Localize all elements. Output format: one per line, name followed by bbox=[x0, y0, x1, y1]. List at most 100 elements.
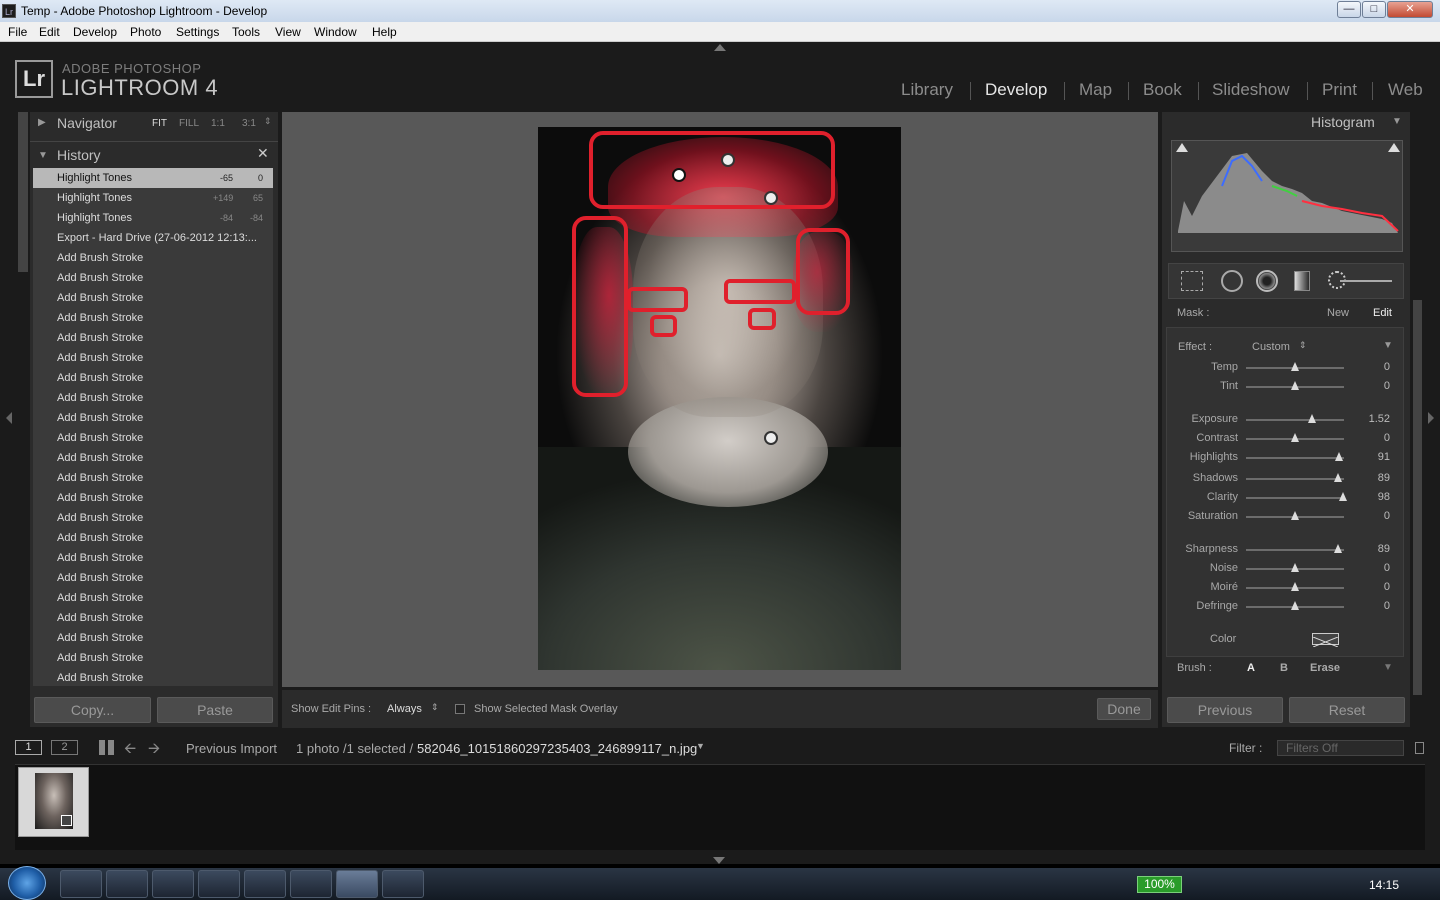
menu-view[interactable]: View bbox=[275, 25, 301, 39]
taskbar-paint-icon[interactable] bbox=[382, 870, 424, 898]
history-item[interactable]: Add Brush Stroke bbox=[33, 288, 273, 308]
slider-track[interactable] bbox=[1246, 549, 1344, 551]
clock[interactable]: 14:15 bbox=[1369, 878, 1399, 892]
edit-pin[interactable] bbox=[764, 191, 778, 205]
slider-value[interactable]: 98 bbox=[1360, 491, 1390, 503]
taskbar-firefox-icon[interactable] bbox=[244, 870, 286, 898]
minimize-button[interactable]: — bbox=[1337, 1, 1361, 18]
history-item[interactable]: Add Brush Stroke bbox=[33, 548, 273, 568]
history-item[interactable]: Add Brush Stroke bbox=[33, 408, 273, 428]
history-item[interactable]: Highlight Tones +149 65 bbox=[33, 188, 273, 208]
clear-history-icon[interactable]: ✕ bbox=[257, 145, 269, 162]
show-edit-pins-select[interactable]: Always bbox=[387, 703, 422, 715]
slider-thumb[interactable] bbox=[1291, 362, 1299, 371]
zoom-fit[interactable]: FIT bbox=[152, 118, 167, 129]
slider-value[interactable]: 89 bbox=[1360, 543, 1390, 555]
module-map[interactable]: Map bbox=[1079, 80, 1112, 100]
module-web[interactable]: Web bbox=[1388, 80, 1423, 100]
slider-thumb[interactable] bbox=[1334, 544, 1342, 553]
taskbar-lightroom-icon[interactable] bbox=[336, 870, 378, 898]
zoom-stepper-icon[interactable]: ⇕ bbox=[264, 116, 272, 127]
filename-dropdown-icon[interactable]: ▼ bbox=[696, 741, 705, 751]
collapse-top-panel-icon[interactable] bbox=[714, 44, 726, 51]
slider-thumb[interactable] bbox=[1291, 582, 1299, 591]
history-title[interactable]: History bbox=[57, 147, 101, 163]
history-item[interactable]: Add Brush Stroke bbox=[33, 388, 273, 408]
collapse-right-panel-icon[interactable] bbox=[1428, 412, 1434, 424]
history-item[interactable]: Add Brush Stroke bbox=[33, 448, 273, 468]
menu-help[interactable]: Help bbox=[372, 25, 397, 39]
slider-thumb[interactable] bbox=[1291, 381, 1299, 390]
filename-label[interactable]: 582046_10151860297235403_246899117_n.jpg bbox=[417, 741, 697, 756]
menu-develop[interactable]: Develop bbox=[73, 25, 117, 39]
history-item[interactable]: Add Brush Stroke bbox=[33, 488, 273, 508]
menu-window[interactable]: Window bbox=[314, 25, 357, 39]
red-eye-icon[interactable] bbox=[1256, 270, 1278, 292]
menu-edit[interactable]: Edit bbox=[39, 25, 60, 39]
histogram[interactable] bbox=[1171, 140, 1403, 252]
collapse-filmstrip-icon[interactable] bbox=[713, 857, 725, 864]
effect-preset-select[interactable]: Custom bbox=[1252, 341, 1290, 353]
history-item[interactable]: Highlight Tones -84 -84 bbox=[33, 208, 273, 228]
slider-thumb[interactable] bbox=[1339, 492, 1347, 501]
source-label[interactable]: Previous Import bbox=[186, 741, 277, 756]
zoom-1-1[interactable]: 1:1 bbox=[211, 118, 225, 129]
slider-track[interactable] bbox=[1246, 419, 1344, 421]
history-item[interactable]: Add Brush Stroke bbox=[33, 508, 273, 528]
edit-pin-selected[interactable] bbox=[672, 168, 686, 182]
history-item[interactable]: Add Brush Stroke bbox=[33, 268, 273, 288]
taskbar-network-icon[interactable] bbox=[106, 870, 148, 898]
collapse-brush-icon[interactable]: ▼ bbox=[1383, 662, 1393, 673]
history-item[interactable]: Add Brush Stroke bbox=[33, 328, 273, 348]
slider-track[interactable] bbox=[1246, 478, 1344, 480]
slider-value[interactable]: 91 bbox=[1360, 451, 1390, 463]
back-arrow-icon[interactable]: 🡨 bbox=[124, 738, 136, 763]
previous-button[interactable]: Previous bbox=[1167, 697, 1283, 723]
brush-a-tab[interactable]: A bbox=[1247, 662, 1255, 674]
history-item[interactable]: Add Brush Stroke bbox=[33, 308, 273, 328]
grid-view-icon[interactable] bbox=[99, 740, 114, 755]
window-1-button[interactable]: 1 bbox=[15, 740, 42, 755]
edit-pin[interactable] bbox=[764, 431, 778, 445]
menu-file[interactable]: File bbox=[8, 25, 27, 39]
history-item[interactable]: Add Brush Stroke bbox=[33, 588, 273, 608]
slider-value[interactable]: 0 bbox=[1360, 380, 1390, 392]
slider-value[interactable]: 0 bbox=[1360, 600, 1390, 612]
filter-lock-icon[interactable] bbox=[1415, 742, 1424, 754]
history-item[interactable]: Add Brush Stroke bbox=[33, 668, 273, 686]
slider-value[interactable]: 0 bbox=[1360, 510, 1390, 522]
collapse-history-icon[interactable]: ▼ bbox=[38, 150, 48, 161]
history-item[interactable]: Highlight Tones -65 0 bbox=[33, 168, 273, 188]
history-item[interactable]: Add Brush Stroke bbox=[33, 428, 273, 448]
reset-button[interactable]: Reset bbox=[1289, 697, 1405, 723]
right-panel-scrollbar[interactable] bbox=[1413, 300, 1422, 695]
history-item[interactable]: Add Brush Stroke bbox=[33, 648, 273, 668]
history-item[interactable]: Add Brush Stroke bbox=[33, 348, 273, 368]
history-item[interactable]: Add Brush Stroke bbox=[33, 628, 273, 648]
edit-pin[interactable] bbox=[721, 153, 735, 167]
history-item[interactable]: Add Brush Stroke bbox=[33, 528, 273, 548]
shadow-clipping-icon[interactable] bbox=[1176, 143, 1188, 152]
color-swatch[interactable] bbox=[1312, 633, 1339, 648]
zoom-3-1[interactable]: 3:1 bbox=[242, 118, 256, 129]
select-stepper-icon[interactable]: ⇕ bbox=[431, 702, 439, 713]
slider-value[interactable]: 0 bbox=[1360, 562, 1390, 574]
collapse-effect-icon[interactable]: ▼ bbox=[1383, 340, 1393, 351]
module-slideshow[interactable]: Slideshow bbox=[1212, 80, 1290, 100]
taskbar-excel-icon[interactable] bbox=[290, 870, 332, 898]
battery-indicator[interactable]: 100% bbox=[1137, 876, 1182, 893]
filmstrip-thumbnail[interactable] bbox=[18, 767, 89, 837]
history-item[interactable]: Add Brush Stroke bbox=[33, 608, 273, 628]
mask-overlay-checkbox[interactable] bbox=[455, 704, 465, 714]
module-library[interactable]: Library bbox=[901, 80, 953, 100]
highlight-clipping-icon[interactable] bbox=[1388, 143, 1400, 152]
slider-thumb[interactable] bbox=[1335, 452, 1343, 461]
mask-new-button[interactable]: New bbox=[1327, 307, 1349, 319]
slider-thumb[interactable] bbox=[1291, 601, 1299, 610]
navigator-title[interactable]: Navigator bbox=[57, 115, 117, 131]
menu-settings[interactable]: Settings bbox=[176, 25, 219, 39]
slider-thumb[interactable] bbox=[1291, 433, 1299, 442]
slider-thumb[interactable] bbox=[1291, 511, 1299, 520]
slider-thumb[interactable] bbox=[1291, 563, 1299, 572]
history-item[interactable]: Export - Hard Drive (27-06-2012 12:13:..… bbox=[33, 228, 273, 248]
